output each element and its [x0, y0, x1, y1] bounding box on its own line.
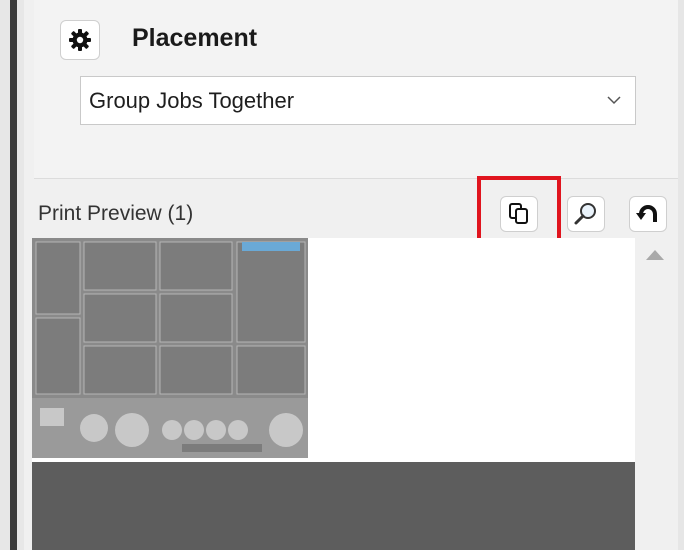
preview-empty-region	[32, 462, 635, 550]
frame-divider	[10, 0, 17, 550]
placement-dropdown-value: Group Jobs Together	[89, 88, 295, 113]
placement-section: Placement Group Jobs Together	[34, 0, 678, 179]
thumbnail-artwork	[32, 238, 308, 458]
zoom-button[interactable]	[567, 196, 605, 232]
print-preview-thumbnail[interactable]	[32, 238, 308, 458]
print-preview-title: Print Preview (1)	[38, 202, 194, 225]
undo-icon	[636, 205, 657, 222]
placement-dropdown[interactable]: Group Jobs Together	[80, 76, 636, 125]
chevron-down-icon	[607, 96, 621, 105]
gear-icon	[69, 29, 91, 51]
panel-right-edge	[678, 0, 684, 550]
undo-button[interactable]	[629, 196, 667, 232]
scroll-up-arrow-icon[interactable]	[646, 250, 664, 260]
magnifier-icon	[574, 203, 596, 225]
placement-settings-button[interactable]	[60, 20, 100, 60]
placement-title: Placement	[132, 24, 258, 52]
left-frame	[0, 0, 24, 550]
